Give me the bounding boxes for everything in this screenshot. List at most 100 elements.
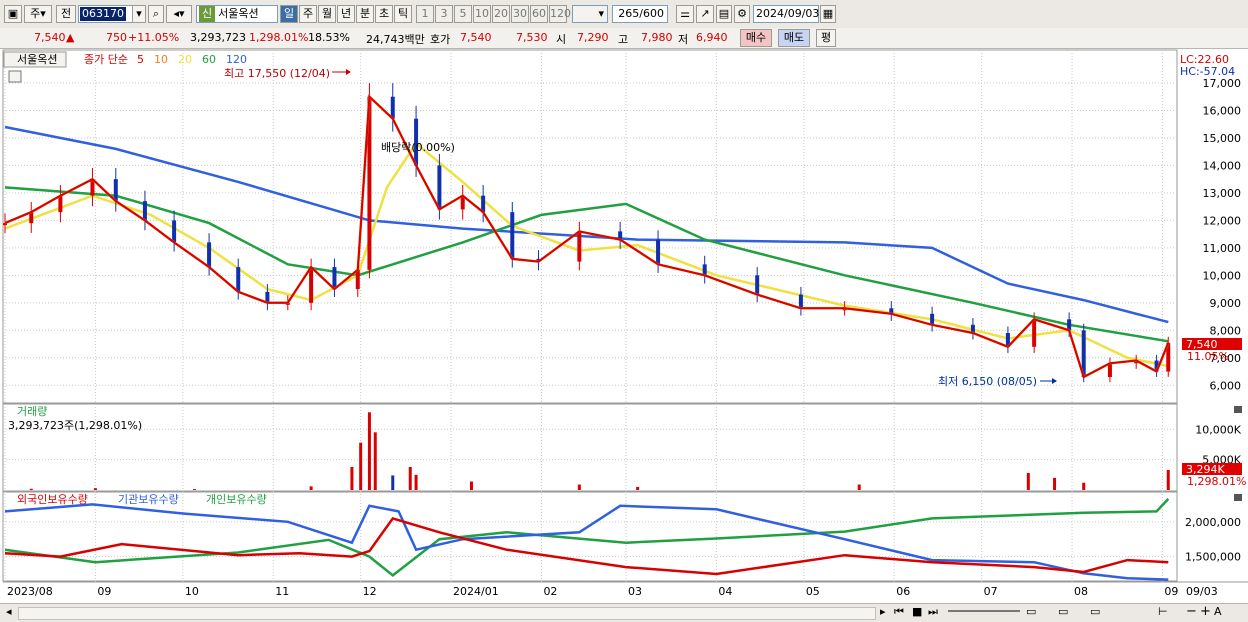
table-icon[interactable]: [8, 70, 22, 83]
interval-input[interactable]: ▾: [572, 5, 608, 23]
candle: [113, 179, 118, 202]
period-button[interactable]: 주: [299, 5, 317, 23]
holdings-panel-close-icon[interactable]: [1234, 494, 1242, 501]
chart-type-icon[interactable]: ⚌: [676, 5, 694, 23]
volume-bar: [1166, 470, 1170, 490]
x-tick-label: 02: [543, 585, 557, 598]
zoom-window-icon[interactable]: ▭: [1026, 605, 1036, 618]
volume-bar: [309, 486, 313, 490]
volume-percent: 1,298.01%: [249, 31, 309, 44]
calendar-icon[interactable]: ▦: [820, 5, 836, 23]
price-tick-label: 12,000: [1203, 214, 1242, 227]
interval-button[interactable]: 1: [416, 5, 434, 23]
scroll-right-icon[interactable]: ▸: [880, 605, 886, 618]
last-price-pct: 11.05%: [1187, 350, 1229, 363]
interval-button[interactable]: 30: [511, 5, 529, 23]
stock-chart[interactable]: 2023/08 09 10 11 12 2024/01 02 03 04 05 06 07 08 09 6,…: [0, 49, 1248, 604]
candle: [755, 275, 760, 295]
gear-icon[interactable]: ⚙: [734, 5, 750, 23]
ma20-line: [4, 141, 1169, 368]
ma-legend-label: 종가 단순: [84, 53, 128, 66]
ma120-line: [4, 125, 1169, 324]
sell-button[interactable]: 매도: [778, 29, 810, 47]
ma-legend-item: 120: [226, 53, 247, 66]
period-button[interactable]: 일: [280, 5, 298, 23]
open-label: 시: [556, 33, 567, 46]
x-tick-label: 03: [628, 585, 642, 598]
holdings-tick-label: 1,500,000: [1185, 551, 1241, 564]
date-field[interactable]: 2024/09/03: [753, 5, 819, 23]
interval-button[interactable]: 3: [435, 5, 453, 23]
price-change: 750: [106, 31, 127, 44]
legend-foreign: 외국인보유수량: [17, 493, 88, 506]
stop-icon[interactable]: ■: [912, 605, 922, 618]
volume-bar: [469, 481, 473, 490]
overlay-icon[interactable]: ▭: [1090, 605, 1100, 618]
low-annotation: 최저 6,150 (08/05): [938, 375, 1037, 388]
price-tick-label: 11,000: [1203, 242, 1242, 255]
volume-panel-title: 거래량: [17, 405, 47, 418]
stock-code-value: 063170: [80, 7, 126, 21]
period-button[interactable]: 분: [356, 5, 374, 23]
x-tick-label: 06: [896, 585, 910, 598]
candle: [207, 242, 212, 268]
candle: [437, 165, 442, 210]
period-button[interactable]: 초: [375, 5, 393, 23]
count-field[interactable]: 265/600: [612, 5, 668, 23]
change-percent: +11.05%: [128, 31, 180, 44]
rewind-icon[interactable]: ⏮: [894, 605, 904, 619]
interval-button[interactable]: 120: [549, 5, 571, 23]
ma-legend-item: 20: [178, 53, 192, 66]
price-tick-label: 6,000: [1210, 379, 1242, 392]
volume-panel-close-icon[interactable]: [1234, 406, 1242, 413]
price-tick-label: 10,000: [1203, 269, 1242, 282]
zoom-in-icon[interactable]: +: [1200, 604, 1211, 619]
chart-title: 서울옥션: [17, 53, 57, 66]
save-icon[interactable]: ▤: [716, 5, 732, 23]
chart-scrollbar[interactable]: ◂ ▸ ⏮ ■ ⏭ ▭ ▭ ▭ ⊢ − + A: [0, 603, 1248, 622]
stock-name: 서울옥션: [218, 7, 259, 20]
prev-button[interactable]: 전: [56, 5, 76, 23]
scroll-track[interactable]: [18, 607, 876, 620]
zoom-out-icon[interactable]: −: [1186, 604, 1197, 619]
period-button[interactable]: 년: [337, 5, 355, 23]
high-price: 7,980: [641, 31, 673, 44]
panel-frame: [2, 491, 1178, 582]
font-size-icon[interactable]: A: [1214, 605, 1222, 618]
interval-button[interactable]: 20: [492, 5, 510, 23]
interval-button[interactable]: 60: [530, 5, 548, 23]
fast-forward-icon[interactable]: ⏭: [928, 605, 938, 619]
interval-button[interactable]: 10: [473, 5, 491, 23]
ma-legend-item: 5: [137, 53, 144, 66]
scroll-left-icon[interactable]: ◂: [6, 605, 12, 618]
stock-name-field[interactable]: 신 서울옥션: [196, 5, 278, 23]
period-button[interactable]: 틱: [394, 5, 412, 23]
chart-menu-icon[interactable]: ▣: [4, 5, 22, 23]
market-select[interactable]: 주▾: [24, 5, 52, 23]
code-dropdown-icon[interactable]: ▾: [132, 5, 146, 23]
price-tick-label: 17,000: [1203, 77, 1242, 90]
zoom-reset-icon[interactable]: ▭: [1058, 605, 1068, 618]
speaker-icon[interactable]: ◂▾: [166, 5, 192, 23]
x-tick-label: 2023/08: [7, 585, 53, 598]
zoom-slider[interactable]: [948, 610, 1020, 612]
x-tick-label: 07: [984, 585, 998, 598]
evaluate-button[interactable]: 평: [816, 29, 836, 47]
holdings-tick-label: 2,000,000: [1185, 516, 1241, 529]
market-label: 주: [30, 7, 41, 20]
chart-area[interactable]: 2023/08 09 10 11 12 2024/01 02 03 04 05 06 07 08 09 6,…: [0, 49, 1248, 604]
current-price: 7,540: [34, 31, 66, 44]
scroll-end-icon[interactable]: ⊢: [1158, 605, 1168, 618]
volume-bar: [857, 484, 861, 490]
stock-new-badge: 신: [199, 6, 216, 22]
volume-bar: [408, 466, 412, 490]
period-button[interactable]: 월: [318, 5, 336, 23]
turnover-percent: 18.53%: [308, 31, 350, 44]
interval-button[interactable]: 5: [454, 5, 472, 23]
draw-tool-icon[interactable]: ↗: [696, 5, 714, 23]
low-arrow-head: [1052, 378, 1057, 384]
buy-button[interactable]: 매수: [740, 29, 772, 47]
search-icon[interactable]: ⌕: [148, 5, 164, 23]
volume-bar: [414, 474, 418, 490]
top-toolbar: ▣ 주▾ 전 063170 ▾ ⌕ ◂▾ 신 서울옥션 일주월년분초틱 1 3 5 10…: [0, 0, 1248, 29]
